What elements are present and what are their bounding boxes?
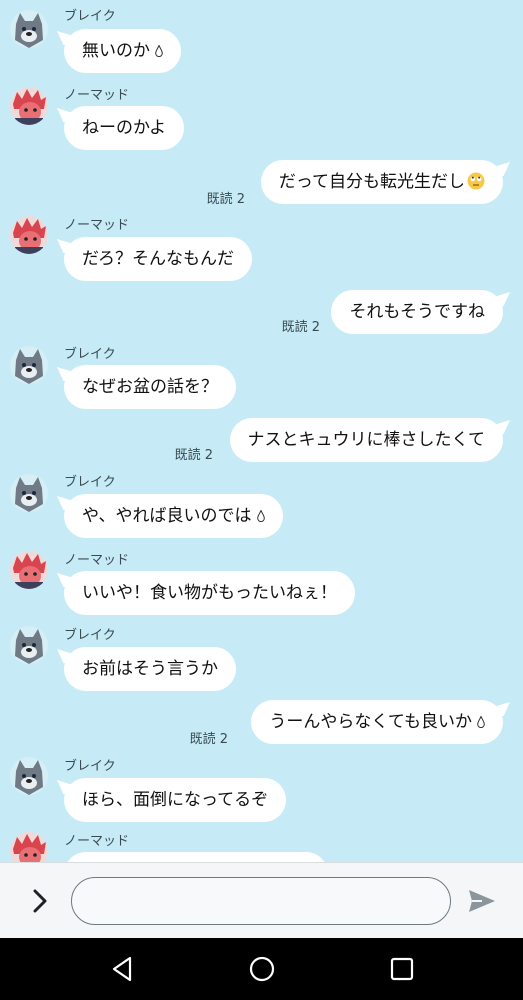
message-text: うーんやらなくても良いか [269,712,472,732]
sender-name: ノーマッド [64,218,130,233]
chat-area[interactable]: ブレイク 無いのか ノーマッド ねーのかよ 既読 2 だって自分も転光生だし ノ… [0,0,523,862]
sender-name: ブレイク [64,475,116,490]
message-text: お前はそう言うか [82,659,218,679]
message-bubble[interactable]: 無いのか [64,29,181,73]
sender-name: ノーマッド [64,88,130,103]
avatar-nomad[interactable] [10,551,48,589]
back-triangle-icon[interactable] [108,954,138,984]
message-bubble[interactable]: だろ？そんなもんだ [64,237,252,281]
message-text: ほら、面倒になってるぞ [82,790,269,810]
message-bubble[interactable]: ナスとキュウリに棒さしたくて [229,418,503,462]
avatar-blake[interactable] [10,346,48,384]
message-bubble[interactable]: それもそうですね [331,290,503,334]
read-receipt: 既読 2 [189,732,228,747]
message-text: 無いのか [82,41,150,61]
avatar-nomad[interactable] [10,832,48,862]
message-bubble[interactable]: いいや！食い物がもったいねぇ！ [64,571,355,615]
chevron-right-icon[interactable] [26,887,54,915]
message-bubble[interactable]: うーんやらなくても良いか [251,700,503,744]
message-text: それもそうですね [349,302,485,322]
sender-name: ブレイク [64,628,116,643]
read-receipt: 既読 2 [281,320,320,335]
message-bubble-partial[interactable] [64,852,328,862]
sweat-drop-icon [256,510,265,522]
message-bubble[interactable]: ほら、面倒になってるぞ [64,778,287,822]
avatar-blake[interactable] [10,757,48,795]
sender-name: ブレイク [64,347,116,362]
avatar-blake[interactable] [10,10,48,48]
message-bubble[interactable]: ねーのかよ [64,106,185,150]
sender-name: ノーマッド [64,834,130,849]
message-text: だろ？そんなもんだ [82,249,234,269]
message-text: だって自分も転光生だし [278,172,465,192]
avatar-nomad[interactable] [10,87,48,125]
sweat-drop-icon [477,716,485,728]
android-nav-bar [0,938,523,1000]
read-receipt: 既読 2 [174,448,213,463]
rolling-eyes-emoji-icon [467,172,485,190]
message-text: や、やれば良いのでは [82,506,252,526]
message-bubble[interactable]: お前はそう言うか [64,647,236,691]
home-circle-icon[interactable] [247,954,277,984]
read-receipt: 既読 2 [206,192,245,207]
avatar-nomad[interactable] [10,216,48,254]
message-text: なぜお盆の話を？ [82,377,218,397]
recent-square-icon[interactable] [387,954,417,984]
message-input-bar [0,862,523,938]
sweat-drop-icon [155,45,163,57]
message-text: ナスとキュウリに棒さしたくて [247,430,486,450]
avatar-blake[interactable] [10,474,48,512]
sender-name: ブレイク [64,9,116,24]
avatar-blake[interactable] [10,626,48,664]
message-text: いいや！食い物がもったいねぇ！ [82,583,337,603]
message-bubble[interactable]: なぜお盆の話を？ [64,365,236,409]
message-bubble[interactable]: や、やれば良いのでは [64,494,283,538]
send-icon[interactable] [466,887,498,915]
sender-name: ブレイク [64,759,116,774]
message-input[interactable] [71,877,451,925]
message-bubble[interactable]: だって自分も転光生だし [260,160,503,204]
sender-name: ノーマッド [64,553,130,568]
message-text: ねーのかよ [82,118,167,138]
